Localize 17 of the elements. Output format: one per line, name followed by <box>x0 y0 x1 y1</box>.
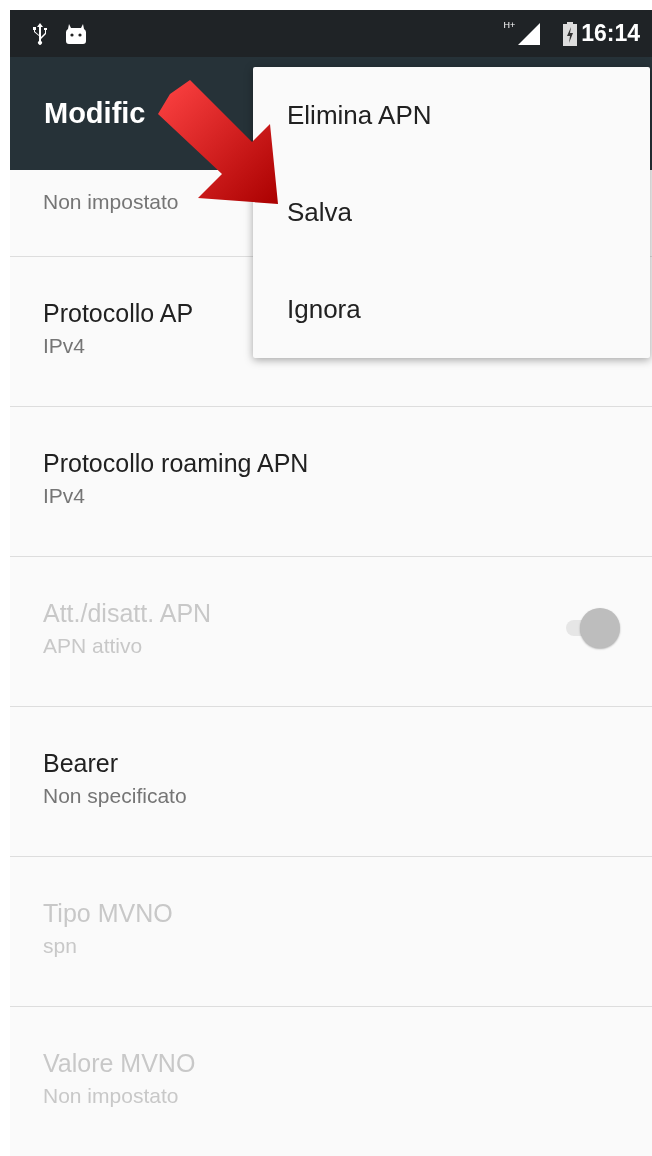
setting-title: Bearer <box>43 749 119 778</box>
menu-item[interactable]: Elimina APN <box>287 100 432 131</box>
setting-title: Protocollo AP <box>43 299 194 328</box>
network-type: H+ <box>503 20 516 30</box>
signal-icon <box>517 21 542 46</box>
clock-time: 16:14 <box>581 20 640 47</box>
setting-value: IPv4 <box>43 484 86 508</box>
screen-title: Modific <box>44 97 146 130</box>
setting-value: Non specificato <box>43 784 187 808</box>
setting-value: IPv4 <box>43 334 86 358</box>
setting-value: Non impostato <box>43 190 179 214</box>
usb-icon <box>32 22 48 45</box>
menu-item[interactable]: Ignora <box>287 294 361 325</box>
menu-item[interactable]: Salva <box>287 197 353 228</box>
battery-icon <box>563 21 578 46</box>
setting-title: Protocollo roaming APN <box>43 449 309 478</box>
robot-face-icon <box>64 22 88 45</box>
